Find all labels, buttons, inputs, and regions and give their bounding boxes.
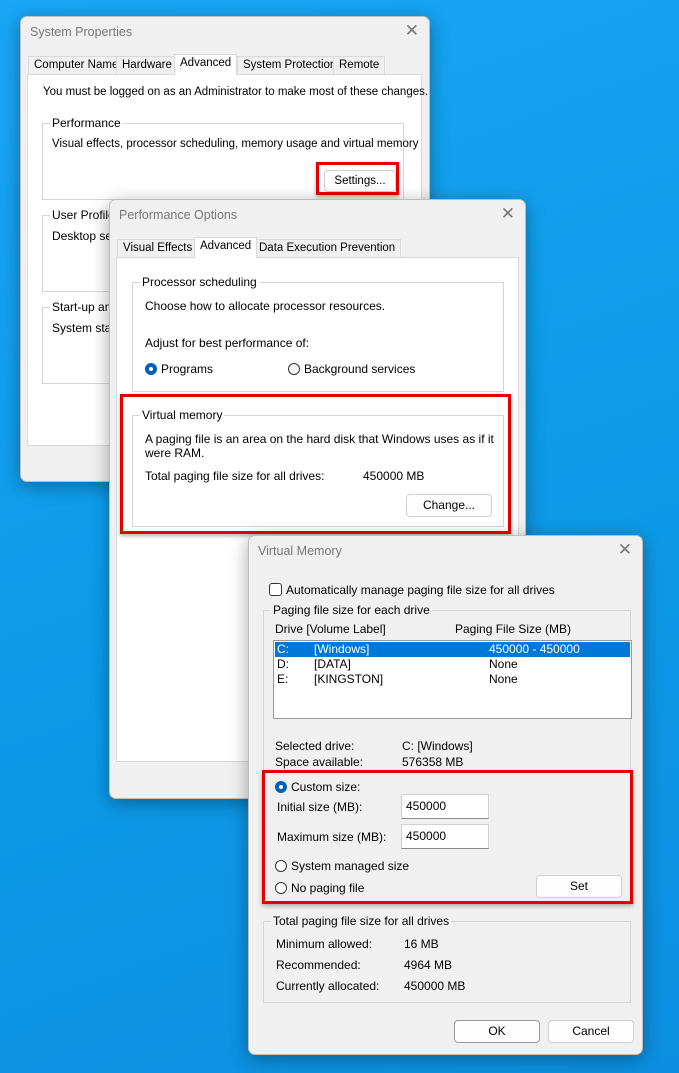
radio-icon [288,363,300,375]
current-label: Currently allocated: [276,979,380,993]
window-title: Performance Options [119,208,238,222]
drive-row[interactable]: D: [DATA] None [275,657,630,672]
tab-advanced[interactable]: Advanced [194,237,258,258]
space-available-value: 576358 MB [402,755,464,769]
column-size: Paging File Size (MB) [455,622,572,636]
highlight-virtual-memory [120,394,511,534]
ok-button[interactable]: OK [454,1020,540,1043]
paging-size: None [489,672,518,686]
tab-advanced[interactable]: Advanced [174,54,238,75]
auto-manage-checkbox[interactable]: Automatically manage paging file size fo… [269,583,555,597]
min-allowed-value: 16 MB [404,937,439,951]
current-value: 450000 MB [404,979,466,993]
radio-icon [145,363,157,375]
admin-note: You must be logged on as an Administrato… [43,86,429,98]
programs-label: Programs [161,362,214,376]
checkbox-icon [269,583,282,596]
volume-label: [Windows] [314,642,370,656]
space-available-label: Space available: [275,755,364,769]
tab-visual-effects[interactable]: Visual Effects [117,239,199,258]
drive-letter: E: [277,672,289,686]
paging-size: None [489,657,518,671]
close-icon[interactable]: ✕ [618,540,632,560]
tab-computer-name[interactable]: Computer Name [28,56,125,75]
min-allowed-label: Minimum allowed: [276,937,373,951]
adjust-label: Adjust for best performance of: [145,336,310,350]
drive-letter: D: [277,657,289,671]
total-paging-group: Total paging file size for all drives Mi… [263,914,631,1003]
background-label: Background services [304,362,416,376]
auto-manage-label: Automatically manage paging file size fo… [286,583,555,597]
window-title: Virtual Memory [258,544,342,558]
tab-dep[interactable]: Data Execution Prevention [253,239,402,258]
selected-drive-value: C: [Windows] [402,739,473,753]
paging-size: 450000 - 450000 [489,642,580,656]
highlight-custom-size [262,770,633,904]
recommended-value: 4964 MB [404,958,453,972]
paging-legend: Paging file size for each drive [271,603,432,617]
drive-letter: C: [277,642,289,656]
total-legend: Total paging file size for all drives [271,914,452,928]
column-drive: Drive [Volume Label] [275,622,386,636]
drive-list[interactable]: C: [Windows] 450000 - 450000 D: [DATA] None E:… [273,640,632,719]
tab-system-protection[interactable]: System Protection [237,56,343,75]
performance-desc: Visual effects, processor scheduling, me… [52,138,419,150]
background-services-radio[interactable]: Background services [288,362,415,376]
close-icon[interactable]: ✕ [501,204,515,224]
drive-row[interactable]: C: [Windows] 450000 - 450000 [275,642,630,657]
cancel-button[interactable]: Cancel [548,1020,634,1043]
volume-label: [KINGSTON] [314,672,384,686]
selected-drive-label: Selected drive: [275,739,355,753]
tab-hardware[interactable]: Hardware [116,56,178,75]
programs-radio[interactable]: Programs [145,362,213,376]
recommended-label: Recommended: [276,958,361,972]
volume-label: [DATA] [314,657,351,671]
processor-legend: Processor scheduling [140,275,259,289]
window-title: System Properties [30,25,133,39]
drive-row[interactable]: E: [KINGSTON] None [275,672,630,687]
highlight-settings [316,162,399,195]
performance-legend: Performance [50,116,123,130]
processor-desc: Choose how to allocate processor resourc… [145,299,386,313]
processor-scheduling-group: Processor scheduling Choose how to alloc… [132,275,504,392]
close-icon[interactable]: ✕ [405,21,419,41]
tab-remote[interactable]: Remote [333,56,386,75]
